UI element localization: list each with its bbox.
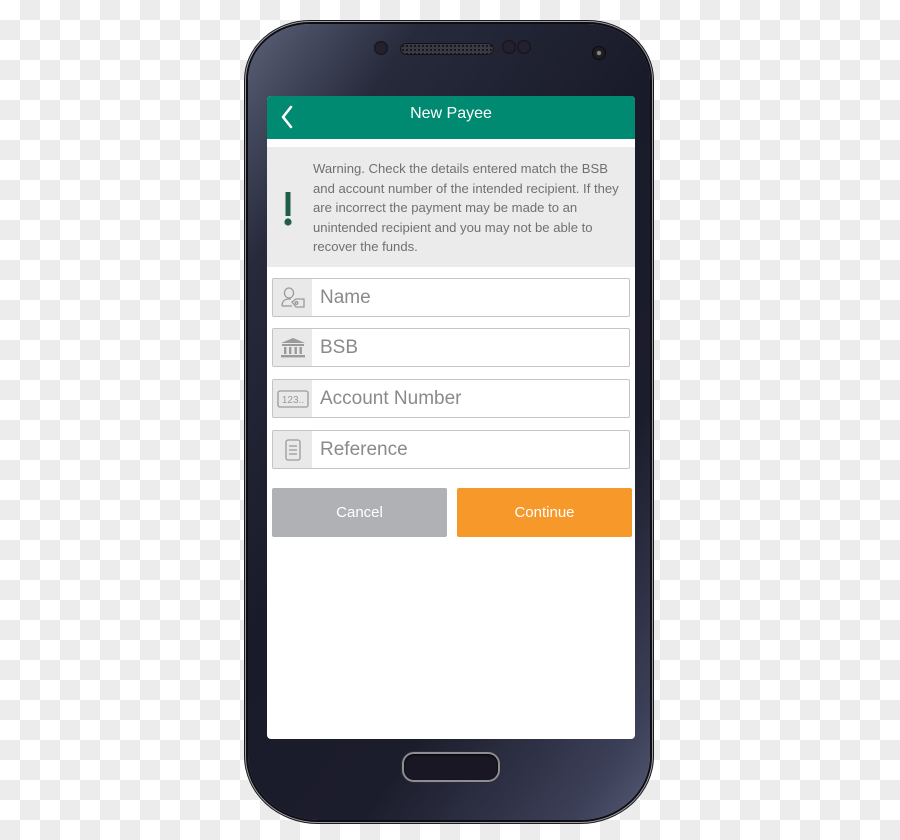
exclamation-icon [284,192,292,226]
warning-banner: Warning. Check the details entered match… [267,147,635,267]
home-button[interactable] [404,754,498,780]
warning-text: Warning. Check the details entered match… [313,161,619,254]
number-123-icon: 123.. [276,389,309,408]
light-sensor [502,40,516,54]
light-sensor-2 [517,40,531,54]
name-input[interactable] [312,279,629,316]
document-icon [284,438,301,461]
reference-field[interactable] [272,430,630,469]
bsb-input[interactable] [312,329,629,366]
earpiece-speaker [400,43,494,55]
field-icon-box [273,431,312,468]
reference-input[interactable] [312,431,629,468]
page-title: New Payee [410,105,492,122]
svg-text:123..: 123.. [281,395,303,406]
bsb-field[interactable] [272,328,630,367]
continue-button[interactable]: Continue [457,488,632,537]
app-header: New Payee [267,96,635,139]
person-tag-icon [280,286,305,308]
app-screen: New Payee Warning. Check the details ent… [267,96,635,739]
account-number-field[interactable]: 123.. [272,379,630,418]
front-camera [593,47,605,59]
name-field[interactable] [272,278,630,317]
field-icon-box: 123.. [273,380,312,417]
proximity-sensor [374,41,388,55]
cancel-button[interactable]: Cancel [272,488,447,537]
field-icon-box [273,279,312,316]
bank-icon [280,337,305,357]
field-icon-box [273,329,312,366]
account-number-input[interactable] [312,380,629,417]
